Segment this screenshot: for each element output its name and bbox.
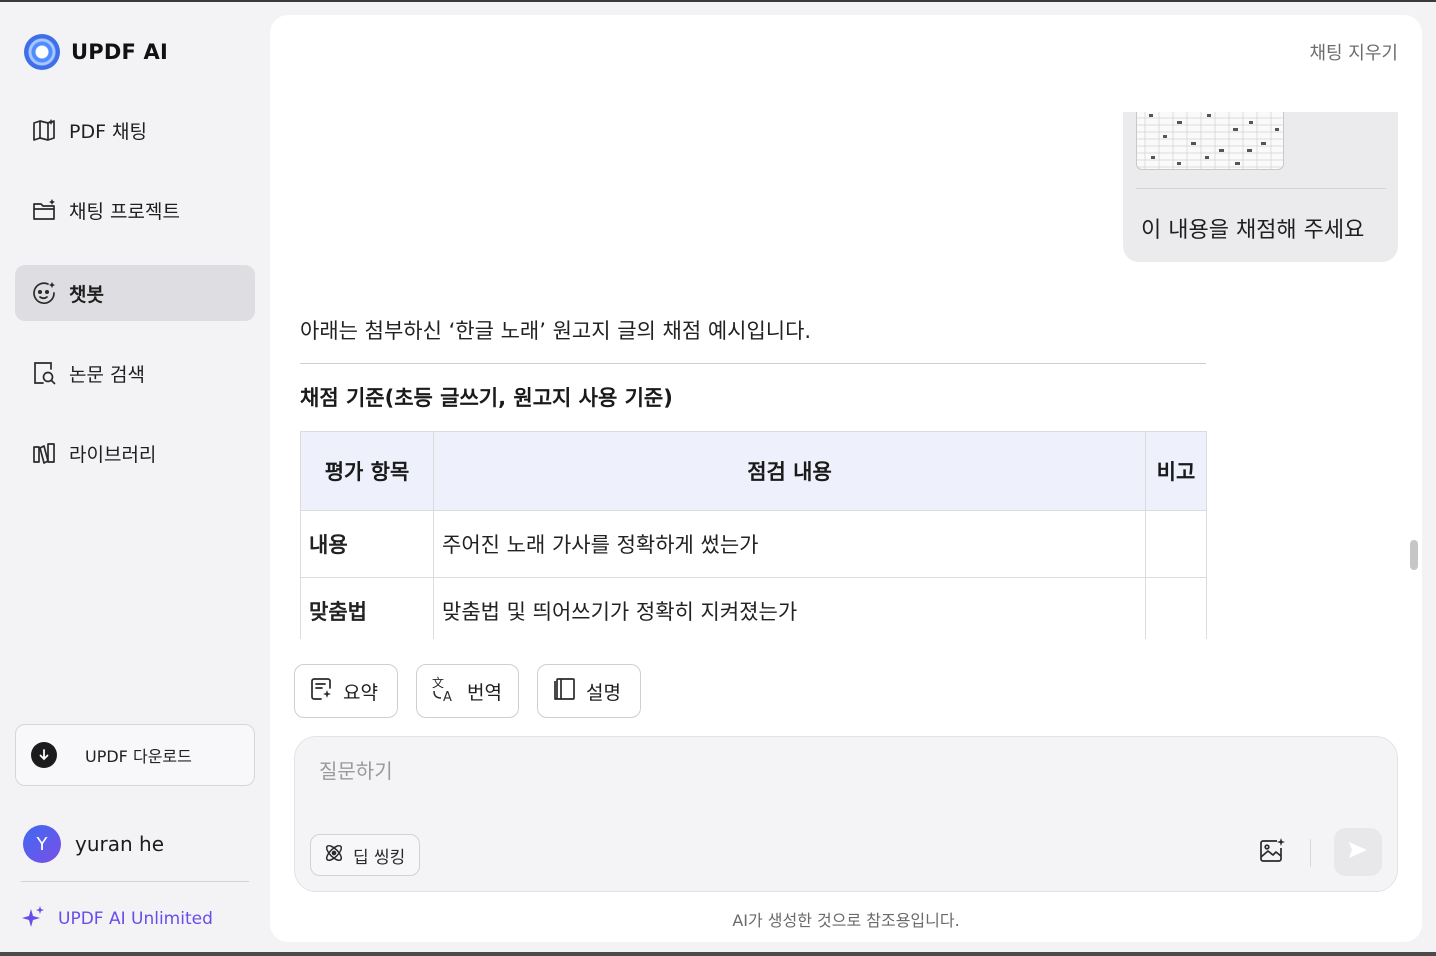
library-books-icon — [31, 440, 57, 466]
deep-thinking-label: 딥 씽킹 — [353, 847, 406, 868]
deep-thinking-button[interactable]: 딥 씽킹 — [310, 834, 420, 876]
sidebar-item-library[interactable]: 라이브러리 — [15, 425, 255, 481]
brand-name: UPDF AI — [71, 40, 168, 64]
summary-sparkle-icon — [309, 676, 335, 706]
sidebar-item-chatbot[interactable]: 챗봇 — [15, 265, 255, 321]
window-bottom-edge — [0, 952, 1436, 956]
table-header-cell: 비고 — [1145, 431, 1207, 511]
image-sparkle-icon — [1257, 836, 1287, 870]
message-composer: 딥 씽킹 — [294, 736, 1398, 892]
atom-icon — [323, 842, 345, 868]
clear-chat-button[interactable]: 채팅 지우기 — [1309, 39, 1398, 65]
explain-button[interactable]: 설명 — [537, 664, 641, 718]
svg-text:A: A — [443, 690, 452, 703]
sparkle-icon — [22, 905, 46, 933]
translate-icon: 文 A — [431, 675, 459, 707]
folder-sparkle-icon — [31, 197, 57, 223]
bubble-divider — [1136, 188, 1386, 189]
table-cell-item: 내용 — [300, 510, 434, 578]
composer-separator — [1310, 839, 1311, 867]
sidebar-item-label: 챗봇 — [69, 283, 104, 306]
sidebar: UPDF AI PDF 채팅 채팅 프로젝트 챗봇 논문 검색 라이브러리 UP… — [0, 2, 270, 952]
table-row: 내용 주어진 노래 가사를 정확하게 썼는가 — [300, 510, 1207, 578]
sidebar-divider — [21, 881, 249, 882]
table-cell-note — [1145, 510, 1207, 578]
table-row: 맞춤법 맞춤법 및 띄어쓰기가 정확히 지켜졌는가 — [300, 577, 1207, 639]
quick-action-label: 요약 — [343, 681, 378, 704]
table-header-cell: 점검 내용 — [433, 431, 1146, 511]
grading-table-container: 평가 항목 점검 내용 비고 내용 주어진 노래 가사를 정확하게 썼는가 맞춤… — [300, 431, 1207, 639]
sidebar-item-label: 라이브러리 — [69, 443, 157, 466]
quick-action-label: 번역 — [467, 681, 502, 704]
chatbot-face-icon — [31, 280, 57, 306]
svg-text:文: 文 — [432, 675, 444, 690]
brand[interactable]: UPDF AI — [24, 34, 168, 70]
sidebar-item-label: PDF 채팅 — [69, 120, 148, 143]
image-upload-button[interactable] — [1255, 836, 1289, 870]
sidebar-item-label: 채팅 프로젝트 — [69, 200, 180, 223]
question-input[interactable] — [319, 759, 1219, 783]
sidebar-item-pdf-chat[interactable]: PDF 채팅 — [15, 102, 255, 158]
send-button[interactable] — [1334, 828, 1382, 876]
table-header-row: 평가 항목 점검 내용 비고 — [300, 431, 1207, 511]
chat-panel: 채팅 지우기 이 내용을 채점해 주세요 아래는 첨부하신 ‘한글 노래’ 원고… — [270, 15, 1422, 942]
table-cell-content: 맞춤법 및 띄어쓰기가 정확히 지켜졌는가 — [433, 577, 1146, 639]
chat-scrollbar[interactable] — [1410, 540, 1418, 570]
grading-table: 평가 항목 점검 내용 비고 내용 주어진 노래 가사를 정확하게 썼는가 맞춤… — [300, 431, 1207, 639]
paper-search-icon — [31, 360, 57, 386]
download-arrow-icon — [31, 742, 57, 768]
user-name: yuran he — [75, 832, 165, 856]
updf-logo-icon — [24, 34, 60, 70]
answer-intro: 아래는 첨부하신 ‘한글 노래’ 원고지 글의 채점 예시입니다. — [300, 319, 812, 343]
table-cell-content: 주어진 노래 가사를 정확하게 썼는가 — [433, 510, 1146, 578]
send-arrow-icon — [1346, 838, 1370, 866]
quick-action-label: 설명 — [586, 681, 621, 704]
download-label: UPDF 다운로드 — [85, 747, 192, 766]
user-message-bubble: 이 내용을 채점해 주세요 — [1123, 112, 1398, 262]
table-cell-note — [1145, 577, 1207, 639]
attachment-thumbnail[interactable] — [1136, 112, 1284, 170]
table-header-cell: 평가 항목 — [300, 431, 434, 511]
updf-download-button[interactable]: UPDF 다운로드 — [15, 724, 255, 786]
sidebar-item-label: 논문 검색 — [69, 363, 145, 386]
unlimited-label: UPDF AI Unlimited — [58, 909, 213, 929]
ai-disclaimer: AI가 생성한 것으로 참조용입니다. — [732, 911, 960, 930]
sidebar-item-paper-search[interactable]: 논문 검색 — [15, 345, 255, 401]
criteria-heading: 채점 기준(초등 글쓰기, 원고지 사용 기준) — [300, 386, 673, 410]
user-profile[interactable]: Y yuran he — [23, 824, 164, 864]
translate-button[interactable]: 文 A 번역 — [416, 664, 519, 718]
avatar: Y — [23, 825, 61, 863]
book-icon — [552, 676, 578, 706]
table-cell-item: 맞춤법 — [300, 577, 434, 639]
user-message-text: 이 내용을 채점해 주세요 — [1141, 218, 1365, 243]
upgrade-unlimited-link[interactable]: UPDF AI Unlimited — [22, 904, 213, 934]
summary-button[interactable]: 요약 — [294, 664, 398, 718]
book-open-icon — [31, 117, 57, 143]
sidebar-item-chat-project[interactable]: 채팅 프로젝트 — [15, 182, 255, 238]
answer-divider — [300, 363, 1206, 364]
